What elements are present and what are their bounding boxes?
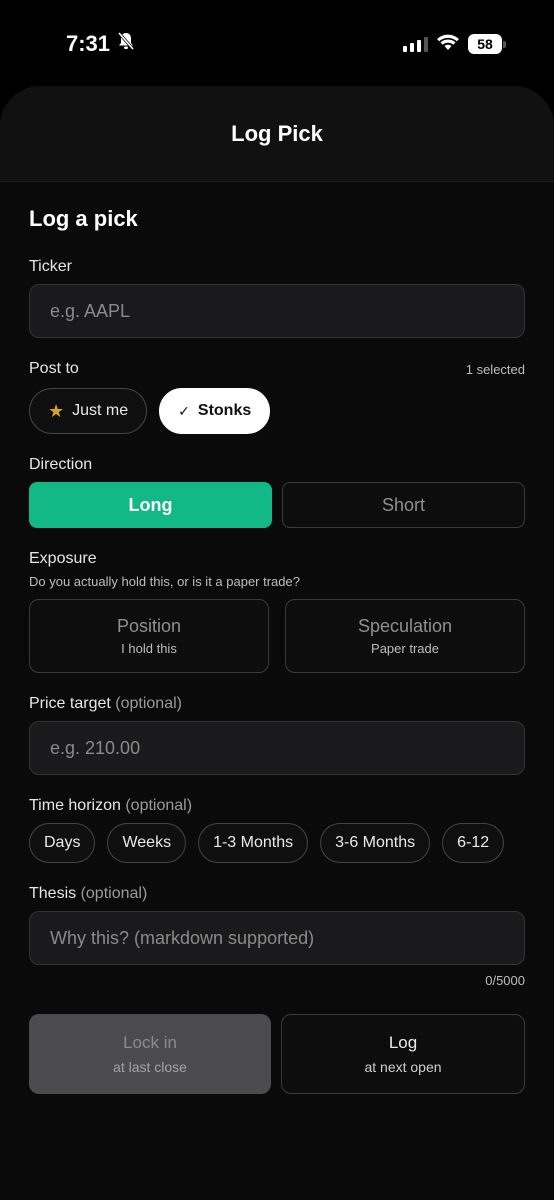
thesis-textarea[interactable]: Why this? (markdown supported) xyxy=(29,911,525,965)
selected-count: 1 selected xyxy=(465,361,525,377)
log-title: Log xyxy=(388,1033,418,1052)
exposure-position-button[interactable]: Position I hold this xyxy=(29,599,269,673)
ticker-input[interactable]: e.g. AAPL xyxy=(29,284,525,338)
exposure-sub: I hold this xyxy=(121,641,177,656)
thesis-label-text: Thesis xyxy=(29,885,77,902)
direction-long-button[interactable]: Long xyxy=(29,482,272,528)
horizon-days-chip[interactable]: Days xyxy=(29,823,96,863)
price-target-label-text: Price target xyxy=(29,695,111,712)
action-buttons: Lock in at last close Log at next open xyxy=(29,1014,525,1094)
exposure-label: Exposure xyxy=(29,550,97,567)
log-pick-sheet: Log Pick Log a pick Ticker e.g. AAPL Pos… xyxy=(0,86,554,1200)
post-to-label: Post to xyxy=(29,360,79,377)
horizon-3-6-months-chip[interactable]: 3-6 Months xyxy=(320,823,431,863)
exposure-hint: Do you actually hold this, or is it a pa… xyxy=(29,574,300,589)
ticker-placeholder: e.g. AAPL xyxy=(50,300,131,321)
lock-in-button[interactable]: Lock in at last close xyxy=(29,1014,271,1094)
chip-label: Just me xyxy=(72,402,129,419)
post-to-stonks-chip[interactable]: ✓ Stonks xyxy=(159,388,271,434)
thesis-label: Thesis (optional) xyxy=(29,885,525,903)
exposure-options: Position I hold this Speculation Paper t… xyxy=(29,599,525,673)
battery-level: 58 xyxy=(468,34,502,54)
thesis-placeholder: Why this? (markdown supported) xyxy=(50,927,315,948)
chip-label: Stonks xyxy=(197,402,252,419)
exposure-speculation-button[interactable]: Speculation Paper trade xyxy=(285,599,525,673)
lock-in-sub: at last close xyxy=(113,1059,187,1075)
post-to-row: Post to 1 selected xyxy=(29,360,525,378)
exposure-title: Position xyxy=(116,616,182,636)
direction-segmented: Long Short xyxy=(29,482,525,528)
horizon-weeks-chip[interactable]: Weeks xyxy=(107,823,187,863)
status-icons: 58 xyxy=(403,33,506,56)
optional-tag: (optional) xyxy=(80,885,148,902)
clock: 7:31 xyxy=(66,31,136,57)
signal-icon xyxy=(403,36,428,52)
lock-in-title: Lock in xyxy=(123,1033,177,1052)
price-target-label: Price target (optional) xyxy=(29,695,525,713)
post-to-options: ★ Just me ✓ Stonks xyxy=(29,388,525,434)
direction-short-button[interactable]: Short xyxy=(282,482,525,528)
direction-label: Direction xyxy=(29,456,93,473)
form: Log a pick Ticker e.g. AAPL Post to 1 se… xyxy=(0,206,554,1094)
horizon-1-3-months-chip[interactable]: 1-3 Months xyxy=(198,823,309,863)
optional-tag: (optional) xyxy=(115,695,182,712)
time-horizon-label-text: Time horizon xyxy=(29,797,121,814)
horizon-6-12-months-chip[interactable]: 6-12 xyxy=(442,823,505,863)
status-bar: 7:31 58 xyxy=(0,0,554,88)
form-heading: Log a pick xyxy=(29,206,138,231)
battery-icon: 58 xyxy=(468,34,506,54)
price-target-input[interactable]: e.g. 210.00 xyxy=(29,721,525,775)
bell-slash-icon xyxy=(116,31,136,57)
time-horizon-label: Time horizon (optional) xyxy=(29,797,525,815)
price-target-placeholder: e.g. 210.00 xyxy=(50,737,141,758)
exposure-title: Speculation xyxy=(357,616,453,636)
exposure-sub: Paper trade xyxy=(371,641,439,656)
log-button[interactable]: Log at next open xyxy=(281,1014,525,1094)
time-horizon-options: Days Weeks 1-3 Months 3-6 Months 6-12 xyxy=(29,823,554,863)
log-sub: at next open xyxy=(364,1059,442,1075)
wifi-icon xyxy=(436,33,460,56)
time-text: 7:31 xyxy=(66,31,111,56)
sheet-title: Log Pick xyxy=(231,120,323,146)
check-icon: ✓ xyxy=(178,402,190,419)
sheet-header: Log Pick xyxy=(0,86,554,182)
ticker-label: Ticker xyxy=(29,258,72,275)
star-icon: ★ xyxy=(48,400,65,421)
optional-tag: (optional) xyxy=(125,797,193,814)
post-to-just-me-chip[interactable]: ★ Just me xyxy=(29,388,148,434)
thesis-char-counter: 0/5000 xyxy=(485,973,525,988)
